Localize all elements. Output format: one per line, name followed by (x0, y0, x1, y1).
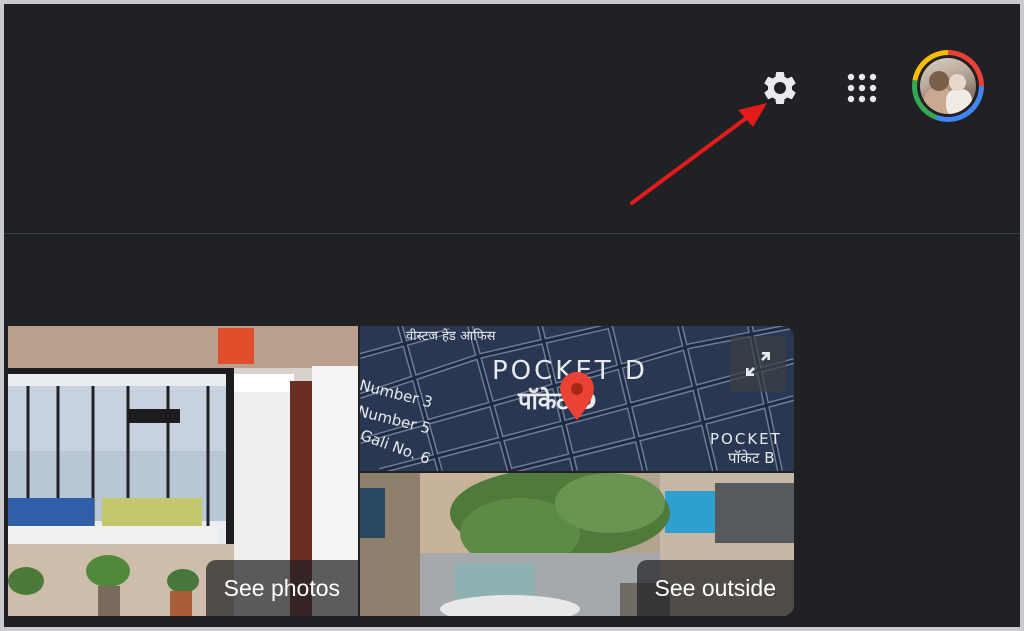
map-top-label: वीस्टज हेड आफिस (406, 329, 496, 344)
see-photos-label: See photos (205, 560, 358, 616)
map-corner-label-hindi: पॉकेट B (728, 449, 775, 467)
outside-tile[interactable]: See outside (360, 473, 794, 616)
avatar (920, 58, 976, 114)
account-avatar-button[interactable] (912, 50, 984, 122)
apps-grid-icon (847, 73, 877, 103)
see-outside-label: See outside (636, 560, 794, 616)
gear-icon (764, 71, 796, 104)
map-tile[interactable]: वीस्टज हेड आफिस POCKET D पॉकेट D Number … (360, 326, 794, 471)
map-corner-label: POCKET (710, 430, 782, 448)
place-gallery: See photos वीस्टज हेड आफिस POCKET D पॉके… (8, 326, 794, 616)
google-apps-button[interactable] (838, 64, 886, 112)
photos-tile[interactable]: See photos (8, 326, 358, 616)
header-divider (4, 233, 1020, 234)
app-window: See photos वीस्टज हेड आफिस POCKET D पॉके… (0, 0, 1024, 631)
expand-map-button[interactable] (730, 336, 786, 392)
map-pin-icon (560, 372, 594, 420)
settings-button[interactable] (756, 64, 804, 112)
expand-icon (746, 352, 770, 376)
